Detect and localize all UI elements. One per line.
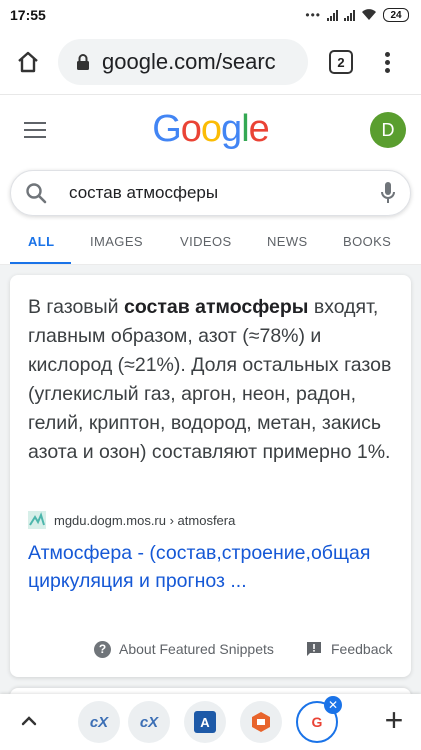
feedback-icon bbox=[307, 642, 321, 656]
about-label: About Featured Snippets bbox=[119, 641, 274, 657]
address-bar[interactable]: google.com/searc bbox=[58, 39, 308, 85]
search-box[interactable]: состав атмосферы bbox=[10, 170, 411, 216]
featured-snippet-card: В газовый состав атмосферы входят, главн… bbox=[10, 275, 411, 677]
toolbar-divider bbox=[0, 94, 421, 95]
google-logo[interactable]: Google bbox=[0, 108, 421, 151]
translator-app-letter: A bbox=[200, 714, 210, 730]
logo-letter: G bbox=[152, 108, 182, 150]
battery-icon: 24 bbox=[383, 8, 409, 22]
search-icon[interactable] bbox=[25, 182, 47, 204]
signal-icon bbox=[327, 9, 338, 21]
signal-icon-2 bbox=[344, 9, 355, 21]
tab-switcher-button[interactable]: 2 bbox=[329, 50, 353, 74]
tab-videos[interactable]: VIDEOS bbox=[180, 234, 232, 249]
microphone-icon[interactable] bbox=[380, 181, 396, 205]
site-favicon-icon bbox=[28, 511, 46, 529]
bottom-tab-translator-app[interactable]: A bbox=[184, 701, 226, 743]
expand-up-icon[interactable] bbox=[18, 710, 40, 732]
translate-icon: cX bbox=[89, 713, 109, 731]
snippet-text-rest: входят, главным образом, азот (≈78%) и к… bbox=[28, 296, 392, 463]
office-app-icon bbox=[252, 712, 270, 732]
logo-letter: e bbox=[248, 108, 270, 150]
status-icons: ••• 24 bbox=[305, 8, 409, 22]
url-text: google.com/searc bbox=[102, 49, 276, 74]
more-notifications-icon: ••• bbox=[305, 8, 321, 22]
bottom-tab-office-app[interactable] bbox=[240, 701, 282, 743]
wifi-icon bbox=[362, 9, 376, 20]
tab-images[interactable]: IMAGES bbox=[90, 234, 143, 249]
translator-app-icon: A bbox=[194, 711, 216, 733]
bottom-tab-translate-2[interactable]: cX bbox=[128, 701, 170, 743]
help-icon: ? bbox=[94, 640, 111, 658]
feedback-label: Feedback bbox=[331, 641, 393, 657]
logo-letter: l bbox=[241, 108, 250, 150]
lock-icon bbox=[77, 54, 89, 70]
feedback-button[interactable]: Feedback bbox=[306, 641, 392, 657]
logo-letter: g bbox=[221, 108, 242, 150]
snippet-text: В газовый состав атмосферы входят, главн… bbox=[28, 293, 398, 467]
bottom-toolbar: cX cX A G ✕ + bbox=[0, 694, 421, 750]
home-icon bbox=[18, 51, 38, 73]
logo-letter: o bbox=[200, 108, 222, 150]
account-avatar[interactable]: D bbox=[370, 112, 406, 148]
home-button[interactable] bbox=[7, 41, 49, 83]
status-time: 17:55 bbox=[10, 7, 46, 23]
source-url: mgdu.dogm.mos.ru › atmosfera bbox=[54, 512, 236, 528]
translate-icon: cX bbox=[139, 713, 159, 731]
snippet-text-start: В газовый bbox=[28, 296, 124, 318]
snippet-text-highlight: состав атмосферы bbox=[124, 296, 309, 318]
browser-menu-button[interactable] bbox=[377, 46, 397, 78]
logo-letter: o bbox=[180, 108, 202, 150]
close-tab-icon[interactable]: ✕ bbox=[324, 696, 342, 714]
new-tab-icon[interactable]: + bbox=[381, 704, 407, 736]
result-link[interactable]: Атмосфера - (состав,строение,общая цирку… bbox=[28, 539, 400, 595]
tab-news[interactable]: NEWS bbox=[267, 234, 308, 249]
snippet-footer: ? About Featured Snippets Feedback bbox=[10, 637, 411, 661]
result-source[interactable]: mgdu.dogm.mos.ru › atmosfera bbox=[28, 511, 235, 529]
bottom-tab-translate-1[interactable]: cX bbox=[78, 701, 120, 743]
tab-books[interactable]: BOOKS bbox=[343, 234, 391, 249]
search-input[interactable]: состав атмосферы bbox=[69, 183, 218, 203]
google-g-icon: G bbox=[311, 714, 323, 730]
browser-toolbar: google.com/searc 2 bbox=[0, 34, 421, 90]
search-tabs: ALL IMAGES VIDEOS NEWS BOOKS bbox=[0, 222, 421, 265]
about-featured-snippets[interactable]: ? About Featured Snippets bbox=[94, 640, 274, 658]
tab-all[interactable]: ALL bbox=[28, 234, 54, 249]
status-bar: 17:55 ••• 24 bbox=[0, 0, 421, 30]
